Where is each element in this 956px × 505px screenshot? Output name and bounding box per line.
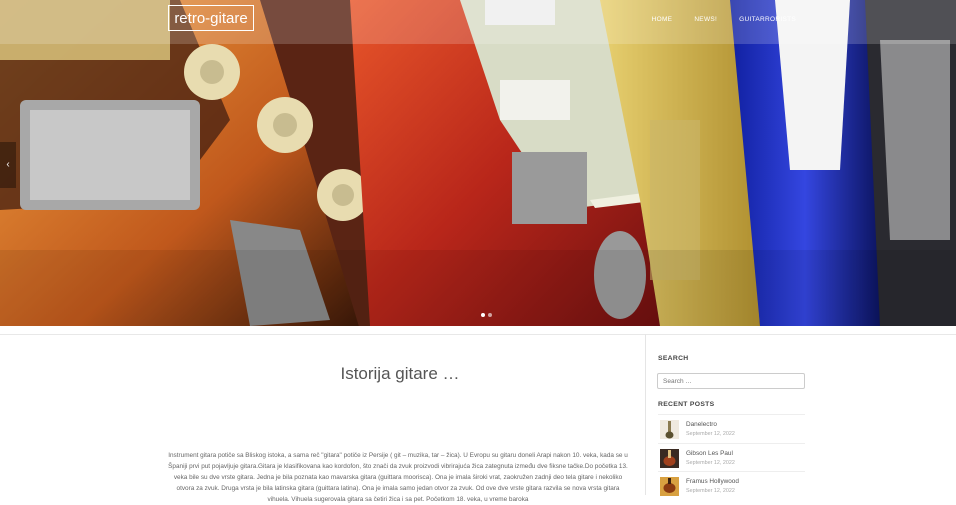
recent-post-title[interactable]: Framus Hollywood	[686, 478, 739, 485]
site-header	[0, 0, 956, 44]
recent-post-title[interactable]: Danelectro	[686, 421, 717, 428]
guitar-icon	[663, 450, 676, 466]
recent-post-item[interactable]: Framus Hollywood September 12, 2022	[658, 471, 805, 500]
site-logo[interactable]: retro-gitare	[168, 5, 254, 31]
recent-post-date: September 12, 2022	[686, 431, 735, 437]
recent-post-title[interactable]: Gibson Les Paul	[686, 450, 733, 457]
nav-item-home[interactable]: HOME	[652, 16, 673, 23]
post-thumbnail[interactable]	[660, 449, 679, 468]
hero-slider[interactable]: retro-gitare HOME NEWS! GUITARRORISTS ‹	[0, 0, 956, 326]
hero-image	[0, 0, 956, 326]
recent-post-date: September 12, 2022	[686, 460, 735, 466]
nav-item-news[interactable]: NEWS!	[694, 16, 717, 23]
search-widget-title: SEARCH	[658, 355, 689, 362]
chevron-left-icon: ‹	[6, 159, 10, 170]
recent-post-item[interactable]: Danelectro September 12, 2022	[658, 414, 805, 443]
post-thumbnail[interactable]	[660, 420, 679, 439]
nav-item-guitarrorists[interactable]: GUITARRORISTS	[739, 16, 796, 23]
guitar-icon	[663, 478, 676, 493]
slider-dots	[481, 313, 492, 317]
post-body: Instrument gitara potiče sa Bliskog isto…	[168, 452, 628, 503]
guitar-icon	[665, 421, 674, 439]
main-nav: HOME NEWS! GUITARRORISTS	[652, 16, 796, 23]
recent-post-item[interactable]: Gibson Les Paul September 12, 2022	[658, 443, 805, 472]
slider-dot[interactable]	[481, 313, 485, 317]
post-title: Istorija gitare …	[340, 364, 460, 383]
slider-dot[interactable]	[488, 313, 492, 317]
recent-post-date: September 12, 2022	[686, 488, 735, 494]
divider	[0, 334, 956, 335]
post-thumbnail[interactable]	[660, 477, 679, 496]
sidebar-divider	[645, 334, 646, 495]
search-input[interactable]	[657, 373, 805, 389]
slider-prev-button[interactable]: ‹	[0, 142, 16, 188]
recent-posts-title: RECENT POSTS	[658, 401, 715, 408]
